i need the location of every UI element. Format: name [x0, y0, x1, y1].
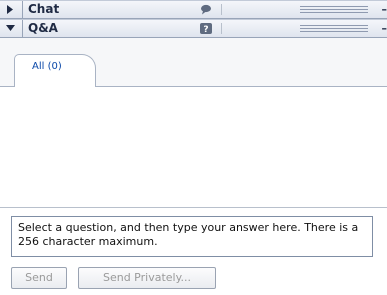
send-button[interactable]: Send [11, 267, 67, 289]
tab-all-label: All (0) [32, 61, 62, 72]
speech-bubble-icon [201, 4, 211, 15]
chat-panel-header[interactable]: Chat – [0, 0, 387, 19]
answer-input[interactable]: Select a question, and then type your an… [11, 216, 373, 257]
qa-title: Q&A [28, 21, 58, 35]
svg-text:?: ? [203, 25, 208, 34]
minimize-control[interactable]: – [382, 22, 387, 35]
question-mark-icon: ? [200, 23, 212, 34]
triangle-down-icon [6, 25, 15, 31]
send-privately-button[interactable]: Send Privately... [78, 267, 216, 289]
collapse-qa-toggle[interactable] [0, 20, 23, 37]
qa-panel-header[interactable]: Q&A ? – [0, 19, 387, 38]
expand-chat-toggle[interactable] [0, 1, 23, 18]
question-list[interactable] [0, 87, 387, 208]
qa-tab-strip: All (0) [0, 38, 387, 87]
tab-all[interactable]: All (0) [14, 54, 96, 87]
header-separator [221, 4, 222, 15]
triangle-right-icon [7, 5, 13, 14]
chat-title: Chat [28, 2, 60, 16]
header-separator [221, 23, 222, 34]
grip-handle[interactable] [300, 6, 368, 14]
minimize-control[interactable]: – [382, 3, 387, 16]
grip-handle[interactable] [300, 25, 368, 33]
